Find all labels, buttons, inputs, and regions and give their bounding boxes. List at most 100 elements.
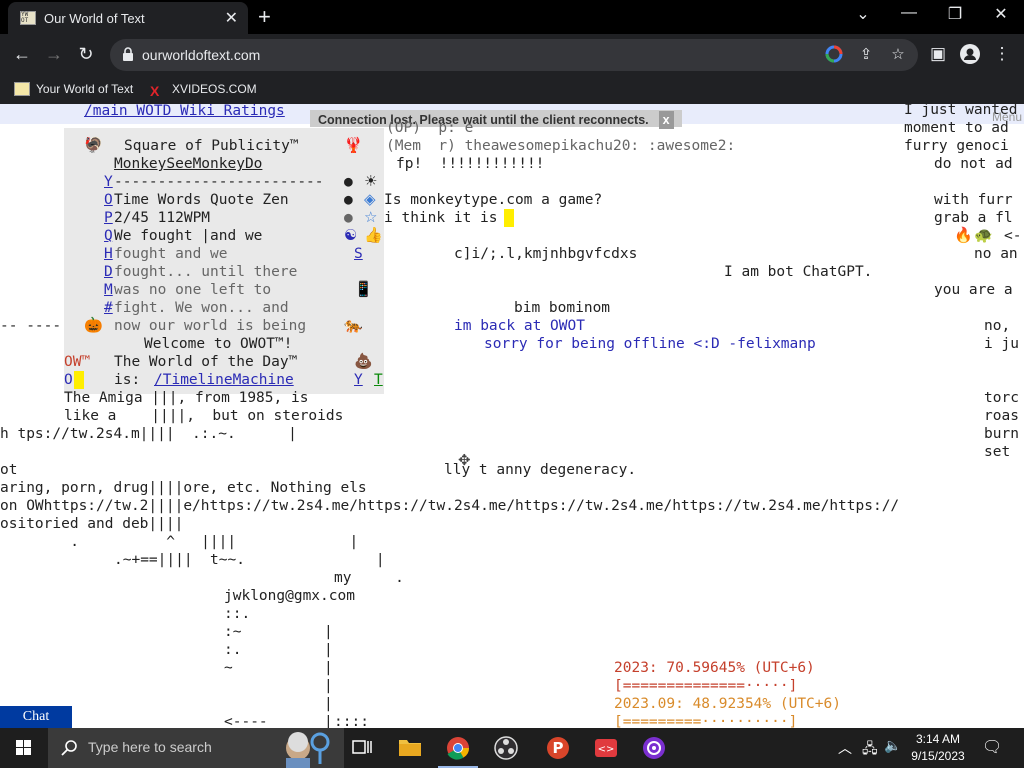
taskbar-chrome[interactable]: [434, 728, 482, 768]
text-line: torc: [984, 390, 1019, 406]
text-cursor-highlight: [504, 209, 514, 227]
tiger-icon: 🐅: [344, 316, 363, 334]
x-favicon-icon: X: [150, 83, 160, 99]
wotd-label: The World of the Day™: [114, 354, 298, 370]
text-line: set: [984, 444, 1011, 460]
text-line: i ju: [984, 336, 1019, 352]
address-bar[interactable]: ourworldoftext.com ⇪ ☆: [110, 39, 918, 71]
system-clock[interactable]: 3:14 AM 9/15/2023: [906, 731, 970, 765]
text-line: (OP) p: e: [386, 120, 474, 136]
side-letter-y[interactable]: Y: [104, 173, 113, 191]
side-letter-o[interactable]: O: [104, 191, 113, 209]
kebab-menu-icon[interactable]: ⋮: [990, 44, 1014, 64]
bookmark-your-world-of-text[interactable]: Your World of Text: [14, 82, 133, 96]
chrome-icon: [447, 737, 469, 760]
connection-lost-text: Connection lost. Please wait until the c…: [318, 113, 649, 127]
dash-line: ------------------------: [114, 174, 324, 190]
p-app-icon: P: [547, 737, 569, 759]
side-letter-q[interactable]: Q: [104, 227, 113, 245]
taskbar-app-red[interactable]: <>: [582, 728, 630, 768]
forward-icon[interactable]: →: [42, 44, 66, 65]
phone-icon: 📱: [354, 280, 373, 298]
wotd-link[interactable]: /TimelineMachine: [154, 371, 294, 389]
text-line: grab a fl: [934, 210, 1013, 226]
typing-mode: Time Words Quote Zen: [114, 192, 289, 208]
s-label[interactable]: S: [354, 245, 363, 263]
text-line: h tps://tw.2s4.m|||| .:.~. |: [0, 426, 297, 442]
windows-logo-icon: [16, 740, 31, 755]
connection-banner-close[interactable]: x: [658, 111, 674, 129]
welcome-text: Welcome to OWOT™!: [144, 336, 293, 352]
diamond-icon: ◈: [364, 190, 376, 208]
profile-avatar-icon[interactable]: [958, 44, 982, 69]
taskbar-app-purple[interactable]: [630, 728, 678, 768]
text-line: ::::: [334, 714, 369, 728]
tab-search-chevron-icon[interactable]: ⌄: [840, 4, 886, 24]
connection-lost-banner: Connection lost. Please wait until the c…: [310, 110, 682, 129]
side-letter-m[interactable]: M: [104, 281, 113, 299]
bookmark-xvideos[interactable]: X XVIDEOS.COM: [150, 82, 257, 98]
ow-label: OW™: [64, 354, 91, 370]
quote-line: was no one left to: [114, 282, 272, 298]
side-letter-hash[interactable]: #: [104, 299, 113, 317]
tab-close-icon[interactable]: ✕: [225, 8, 238, 28]
month-progress-bar: [=========··········]: [614, 714, 798, 728]
owot-favicon-icon: YW OT: [20, 11, 36, 25]
taskbar-file-explorer[interactable]: [386, 728, 434, 768]
minimize-icon[interactable]: —: [886, 4, 932, 22]
owot-canvas[interactable]: /main WOTD Wiki Ratings 🦃 Square of Publ…: [0, 104, 1024, 728]
ywot-favicon-icon: [14, 82, 30, 96]
taskbar-app-p[interactable]: P: [534, 728, 582, 768]
tab-title: Our World of Text: [44, 11, 145, 26]
month-progress-stat: 2023.09: 48.92354% (UTC+6): [614, 696, 841, 712]
back-icon[interactable]: ←: [10, 44, 34, 65]
network-icon[interactable]: 🖧: [862, 738, 878, 762]
obs-icon: [494, 736, 518, 760]
side-letter-d[interactable]: D: [104, 263, 113, 281]
year-progress-stat: 2023: 70.59645% (UTC+6): [614, 660, 815, 676]
side-panel-icon[interactable]: ▣: [926, 44, 950, 64]
side-letter-h[interactable]: H: [104, 245, 113, 263]
restore-icon[interactable]: ❐: [932, 4, 978, 24]
owot-nav-links[interactable]: /main WOTD Wiki Ratings: [84, 104, 285, 120]
taskbar-obs[interactable]: [482, 728, 530, 768]
pumpkin-icon: 🎃: [84, 316, 103, 334]
window-close-icon[interactable]: ✕: [978, 4, 1024, 24]
bullet-icon: ●: [344, 174, 353, 190]
search-icon: [61, 740, 77, 756]
url-text: ourworldoftext.com: [142, 47, 261, 63]
y-label[interactable]: Y: [354, 371, 363, 389]
text-line: sorry for being offline <:D -felixmanp: [484, 336, 816, 352]
text-line: i think it is: [384, 210, 498, 226]
browser-tab[interactable]: YW OT Our World of Text ✕: [8, 2, 248, 34]
task-view-icon: [352, 740, 372, 754]
thumbs-up-icon: 👍: [364, 226, 383, 244]
start-button[interactable]: [0, 728, 48, 768]
text-line: ::.: [224, 606, 251, 622]
tray-chevron-icon[interactable]: ︿: [838, 738, 852, 758]
chat-button[interactable]: Chat: [0, 706, 72, 728]
bookmark-star-icon[interactable]: ☆: [888, 45, 908, 65]
code-app-icon: <>: [595, 739, 617, 757]
side-letter-p[interactable]: P: [104, 209, 113, 227]
text-line: <----: [224, 714, 268, 728]
tab-strip: YW OT Our World of Text ✕ + ⌄ — ❐ ✕: [0, 0, 1024, 34]
bullet-icon: ●: [344, 210, 353, 226]
new-tab-icon[interactable]: +: [258, 4, 271, 30]
publicity-user[interactable]: MonkeySeeMonkeyDo: [114, 155, 262, 173]
t-label[interactable]: T: [374, 371, 383, 389]
volume-muted-icon[interactable]: 🔈: [884, 737, 901, 754]
search-highlight-illustration-icon: [286, 732, 330, 768]
notifications-icon[interactable]: 🗨: [982, 737, 1002, 757]
text-line: my .: [334, 570, 404, 586]
text-line: . ^ |||| |: [44, 534, 359, 550]
task-view-button[interactable]: [338, 728, 386, 768]
taskbar-search-box[interactable]: Type here to search: [48, 728, 344, 768]
google-lens-icon[interactable]: [824, 45, 844, 65]
text-line: you are a: [934, 282, 1013, 298]
bookmark-label: Your World of Text: [36, 82, 134, 96]
text-line: im back at OWOT: [454, 318, 585, 334]
share-icon[interactable]: ⇪: [856, 45, 876, 65]
text-line: bim bominom: [514, 300, 611, 316]
reload-icon[interactable]: ↻: [74, 44, 98, 65]
